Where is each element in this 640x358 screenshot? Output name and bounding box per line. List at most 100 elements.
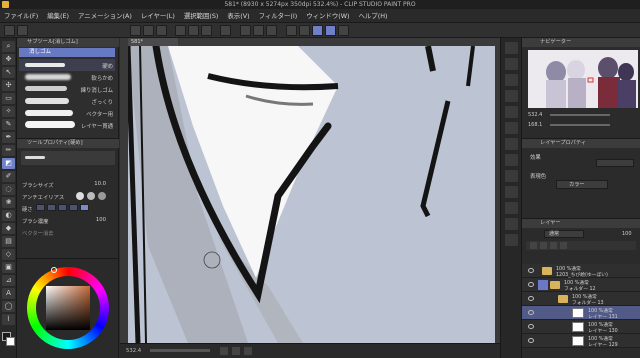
- balloon-tool-icon[interactable]: ◯: [2, 301, 15, 312]
- redo-icon[interactable]: [156, 25, 167, 36]
- eye-icon[interactable]: [528, 282, 534, 287]
- material-icon[interactable]: [505, 90, 518, 102]
- sub-tool-item[interactable]: レイヤー貫通: [19, 119, 115, 131]
- material-icon[interactable]: [505, 106, 518, 118]
- ruler-tool-icon[interactable]: ⊿: [2, 275, 15, 286]
- auto-select-tool-icon[interactable]: ✧: [2, 106, 15, 117]
- gradient-tool-icon[interactable]: ▤: [2, 236, 15, 247]
- menu-animation[interactable]: アニメーション(A): [78, 11, 132, 20]
- hue-marker[interactable]: [51, 267, 57, 273]
- figure-tool-icon[interactable]: ◇: [2, 249, 15, 260]
- airbrush-tool-icon[interactable]: ◌: [2, 184, 15, 195]
- menu-file[interactable]: ファイル(F): [4, 11, 38, 20]
- material-icon[interactable]: [505, 234, 518, 246]
- brush-tool-icon[interactable]: ✐: [2, 171, 15, 182]
- rotate-left-icon[interactable]: [220, 347, 228, 355]
- eye-icon[interactable]: [528, 296, 534, 301]
- layer-reference-icon[interactable]: [540, 242, 547, 249]
- rotate-right-icon[interactable]: [232, 347, 240, 355]
- snap-perspective-icon[interactable]: [312, 25, 323, 36]
- brush-density-row[interactable]: ブラシ濃度 100: [20, 215, 116, 225]
- material-icon[interactable]: [505, 138, 518, 150]
- open-icon[interactable]: [17, 25, 28, 36]
- antialias-row[interactable]: アンチエイリアス: [20, 191, 116, 201]
- hardness-row[interactable]: 硬さ: [20, 203, 116, 213]
- layer-row[interactable]: 100 %通常 フォルダー 12: [522, 278, 640, 292]
- antialias-option-icon[interactable]: [87, 192, 95, 200]
- layer-alpha-lock-icon[interactable]: [560, 242, 567, 249]
- material-icon[interactable]: [505, 154, 518, 166]
- sub-tool-item[interactable]: 練り消しゴム: [19, 83, 115, 95]
- invert-selection-icon[interactable]: [253, 25, 264, 36]
- eyedropper-tool-icon[interactable]: ✎: [2, 119, 15, 130]
- menu-selection[interactable]: 選択範囲(S): [184, 11, 219, 20]
- layer-row[interactable]: 100 %通常 フォルダー 13: [522, 292, 640, 306]
- new-file-icon[interactable]: [4, 25, 15, 36]
- snap-ruler-icon[interactable]: [286, 25, 297, 36]
- material-icon[interactable]: [505, 170, 518, 182]
- material-icon[interactable]: [505, 202, 518, 214]
- info-icon[interactable]: [505, 74, 518, 86]
- correct-line-tool-icon[interactable]: ⌇: [2, 314, 15, 325]
- layer-row[interactable]: 100 %通常 レイヤー 129: [522, 334, 640, 348]
- menu-help[interactable]: ヘルプ(H): [359, 11, 388, 20]
- eye-icon[interactable]: [528, 310, 534, 315]
- save-icon[interactable]: [130, 25, 141, 36]
- pen-pressure-icon[interactable]: [325, 25, 336, 36]
- layer-row-selected[interactable]: 100 %通常 レイヤー 131: [522, 306, 640, 320]
- sub-color-swatch[interactable]: [6, 337, 15, 346]
- transform-icon[interactable]: [220, 25, 231, 36]
- selection-tool-icon[interactable]: ▭: [2, 93, 15, 104]
- move-tool-icon[interactable]: ✥: [2, 54, 15, 65]
- zoom-tool-icon[interactable]: ⌕: [2, 41, 15, 52]
- pencil-tool-icon[interactable]: ✏: [2, 145, 15, 156]
- blend-tool-icon[interactable]: ◐: [2, 210, 15, 221]
- operation-tool-icon[interactable]: ↖: [2, 67, 15, 78]
- brush-size-row[interactable]: ブラシサイズ 10.0: [20, 179, 116, 189]
- navigator-icon[interactable]: [505, 42, 518, 54]
- text-tool-icon[interactable]: A: [2, 288, 15, 299]
- snap-grid-icon[interactable]: [299, 25, 310, 36]
- clear-icon[interactable]: [175, 25, 186, 36]
- clear-outside-icon[interactable]: [188, 25, 199, 36]
- sub-tool-item[interactable]: 軟らかめ: [19, 71, 115, 83]
- decoration-tool-icon[interactable]: ❀: [2, 197, 15, 208]
- eye-icon[interactable]: [528, 268, 534, 273]
- navigator-rotation-row[interactable]: 168.1: [526, 121, 638, 129]
- blend-mode-select[interactable]: 通常: [544, 230, 584, 238]
- vector-erase-row[interactable]: ベクター消去: [20, 227, 116, 237]
- deselect-icon[interactable]: [240, 25, 251, 36]
- opacity-value[interactable]: 100: [622, 231, 632, 237]
- sub-view-icon[interactable]: [505, 58, 518, 70]
- menu-filter[interactable]: フィルター(I): [259, 11, 298, 20]
- eraser-tool-icon[interactable]: ◩: [2, 158, 15, 169]
- sub-tool-group-tab[interactable]: 消しゴム: [19, 48, 115, 57]
- menu-layer[interactable]: レイヤー(L): [141, 11, 175, 20]
- navigator-zoom-row[interactable]: 532.4: [526, 111, 638, 119]
- settings-icon[interactable]: [338, 25, 349, 36]
- sub-tool-item[interactable]: 硬め: [19, 59, 115, 71]
- antialias-option-icon[interactable]: [76, 192, 84, 200]
- menu-view[interactable]: 表示(V): [227, 11, 249, 20]
- canvas[interactable]: [128, 46, 495, 343]
- layer-lock-icon[interactable]: [550, 242, 557, 249]
- expression-color-select[interactable]: カラー: [556, 180, 608, 189]
- selection-border-icon[interactable]: [266, 25, 277, 36]
- canvas-tab[interactable]: 581*: [128, 38, 178, 46]
- menu-window[interactable]: ウィンドウ(W): [306, 11, 349, 20]
- flip-icon[interactable]: [244, 347, 252, 355]
- material-icon[interactable]: [505, 218, 518, 230]
- eye-icon[interactable]: [528, 338, 534, 343]
- navigator-thumbnail[interactable]: [528, 50, 638, 108]
- material-icon[interactable]: [505, 186, 518, 198]
- layer-row[interactable]: 100 %通常 1203_ちび絵(ゆーぼい): [522, 264, 640, 278]
- fill-icon[interactable]: [201, 25, 212, 36]
- effect-buttons[interactable]: [596, 159, 634, 167]
- sub-tool-item[interactable]: ベクター用: [19, 107, 115, 119]
- antialias-option-icon[interactable]: [98, 192, 106, 200]
- eye-icon[interactable]: [528, 324, 534, 329]
- saturation-value-square[interactable]: [46, 286, 90, 330]
- undo-icon[interactable]: [143, 25, 154, 36]
- move-layer-tool-icon[interactable]: ✣: [2, 80, 15, 91]
- material-icon[interactable]: [505, 122, 518, 134]
